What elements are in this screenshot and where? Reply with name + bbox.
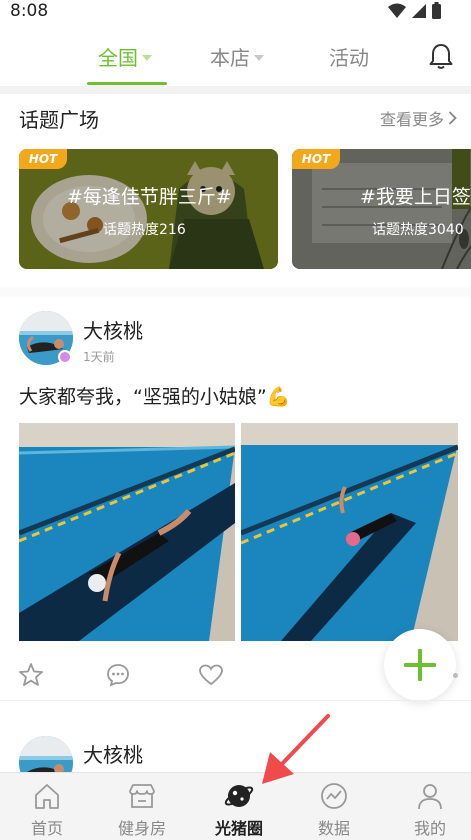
post-username[interactable]: 大核桃 [83, 315, 143, 344]
tab-events[interactable]: 活动 [329, 42, 369, 71]
bottom-nav-bar: 首页 健身房 光猪圈 数据 我的 [0, 772, 471, 840]
post-username[interactable]: 大核桃 [83, 739, 143, 768]
nav-community[interactable]: 光猪圈 [197, 781, 281, 839]
chevron-right-icon [448, 111, 457, 125]
post-time: 1天前 [83, 350, 115, 364]
nav-label: 健身房 [117, 819, 166, 838]
hot-badge: HOT [292, 149, 340, 169]
topic-card[interactable]: HOT #每逢佳节胖三斤# 话题热度216 [19, 149, 278, 269]
screen: 8:08 全国 本店 活动 话题广场 查看更多 HOT #每逢佳节胖三斤# 话题… [0, 0, 471, 840]
wifi-icon [388, 3, 406, 18]
add-post-button[interactable] [384, 629, 456, 701]
tab-label: 全国 [98, 46, 138, 70]
topic-name: #我要上日签 [360, 186, 471, 208]
tab-label: 活动 [329, 46, 369, 70]
status-icons [388, 2, 441, 19]
nav-label: 数据 [317, 819, 350, 838]
topic-card[interactable]: HOT #我要上日签 话题热度3040 [292, 149, 471, 269]
active-tab-indicator [87, 82, 167, 85]
verified-badge [58, 350, 72, 364]
home-icon [35, 784, 59, 809]
see-more-label: 查看更多 [379, 110, 444, 129]
store-icon [129, 784, 155, 808]
status-time: 8:08 [10, 1, 49, 21]
battery-icon [432, 2, 441, 19]
post-separator [0, 700, 471, 701]
star-icon[interactable] [18, 662, 44, 688]
post-photo[interactable] [241, 423, 458, 641]
status-bar: 8:08 [0, 0, 471, 24]
nav-data[interactable]: 数据 [292, 781, 376, 839]
top-tab-bar: 全国 本店 活动 [0, 28, 471, 86]
nav-me[interactable]: 我的 [388, 781, 471, 839]
comment-icon[interactable] [105, 662, 131, 688]
topic-heat: 话题热度3040 [372, 222, 464, 238]
tab-nationwide[interactable]: 全国 [98, 42, 152, 71]
tab-label: 本店 [210, 46, 250, 70]
scroll-indicator [453, 673, 458, 678]
caret-down-icon [254, 54, 264, 61]
nav-gym[interactable]: 健身房 [100, 781, 184, 839]
plus-icon [404, 649, 436, 681]
post-photo[interactable] [19, 423, 235, 641]
nav-label: 光猪圈 [214, 819, 263, 838]
planet-icon [224, 785, 254, 807]
bell-icon[interactable] [428, 42, 454, 70]
nav-label: 我的 [413, 819, 446, 838]
post-text: 大家都夸我，“坚强的小姑娘”💪 [19, 386, 291, 408]
chart-icon [321, 783, 347, 809]
caret-down-icon [142, 54, 152, 61]
heart-icon[interactable] [198, 662, 224, 688]
tab-this-store[interactable]: 本店 [210, 42, 264, 71]
topic-section-title: 话题广场 [19, 108, 99, 132]
nav-label: 首页 [30, 819, 63, 838]
see-more-link[interactable]: 查看更多 [380, 106, 457, 130]
nav-home[interactable]: 首页 [5, 781, 89, 839]
hot-badge: HOT [19, 149, 67, 169]
section-divider [0, 86, 471, 94]
topic-name: #每逢佳节胖三斤# [67, 186, 232, 208]
feed-divider [0, 287, 471, 297]
topic-heat: 话题热度216 [103, 222, 186, 238]
signal-icon [412, 3, 426, 18]
person-icon [418, 784, 442, 810]
